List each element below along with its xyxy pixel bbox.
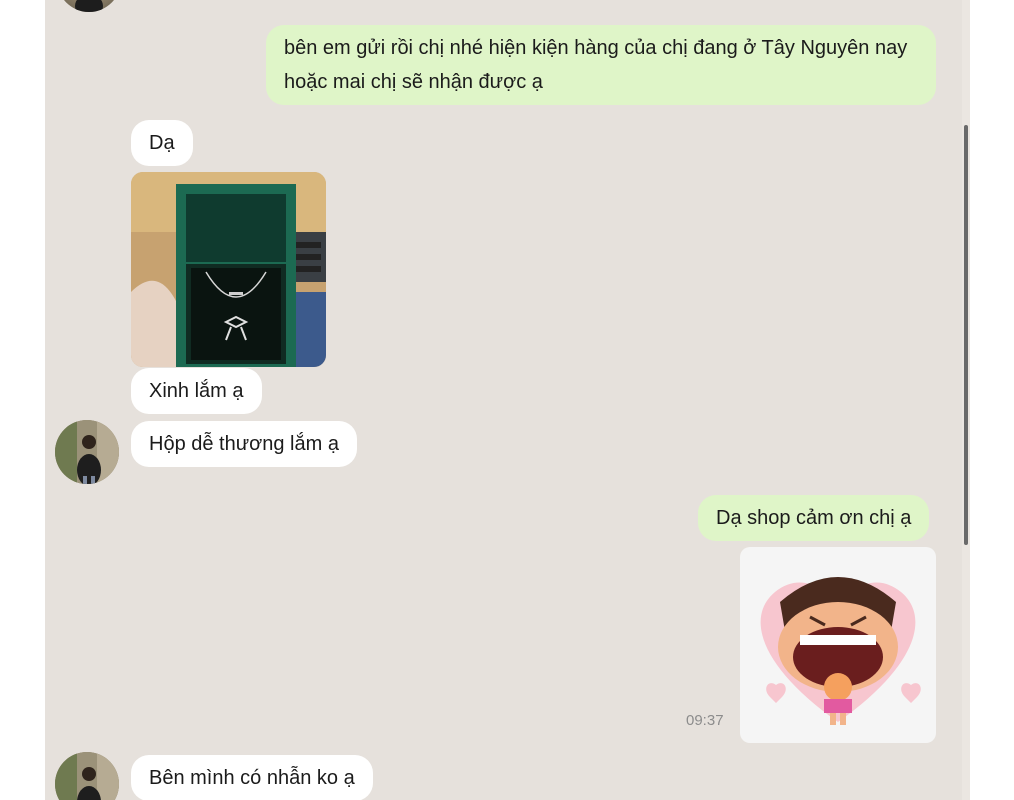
avatar[interactable]: [55, 752, 119, 800]
message-text: Dạ: [149, 132, 175, 154]
message-bubble-incoming[interactable]: Dạ: [131, 120, 193, 166]
message-text: Bên mình có nhẫn ko ạ: [149, 767, 355, 789]
laughing-character-heart-sticker[interactable]: [740, 547, 936, 743]
message-timestamp: 09:37: [686, 712, 724, 729]
message-bubble-incoming[interactable]: Hộp dễ thương lắm ạ: [131, 421, 357, 467]
message-bubble-outgoing[interactable]: bên em gửi rồi chị nhé hiện kiện hàng củ…: [266, 25, 936, 105]
message-bubble-outgoing[interactable]: Dạ shop cảm ơn chị ạ: [698, 495, 930, 541]
message-text: Xinh lắm ạ: [149, 380, 244, 402]
message-bubble-incoming[interactable]: Bên mình có nhẫn ko ạ: [131, 755, 373, 800]
avatar[interactable]: [57, 0, 121, 12]
message-bubble-incoming[interactable]: Xinh lắm ạ: [131, 368, 262, 414]
necklace-box-photo[interactable]: [131, 172, 326, 367]
scrollbar-thumb[interactable]: [964, 125, 968, 545]
avatar[interactable]: [55, 420, 119, 484]
message-text: Dạ shop cảm ơn chị ạ: [716, 507, 912, 529]
message-text: Hộp dễ thương lắm ạ: [149, 433, 339, 455]
message-text: bên em gửi rồi chị nhé hiện kiện hàng củ…: [284, 37, 908, 93]
